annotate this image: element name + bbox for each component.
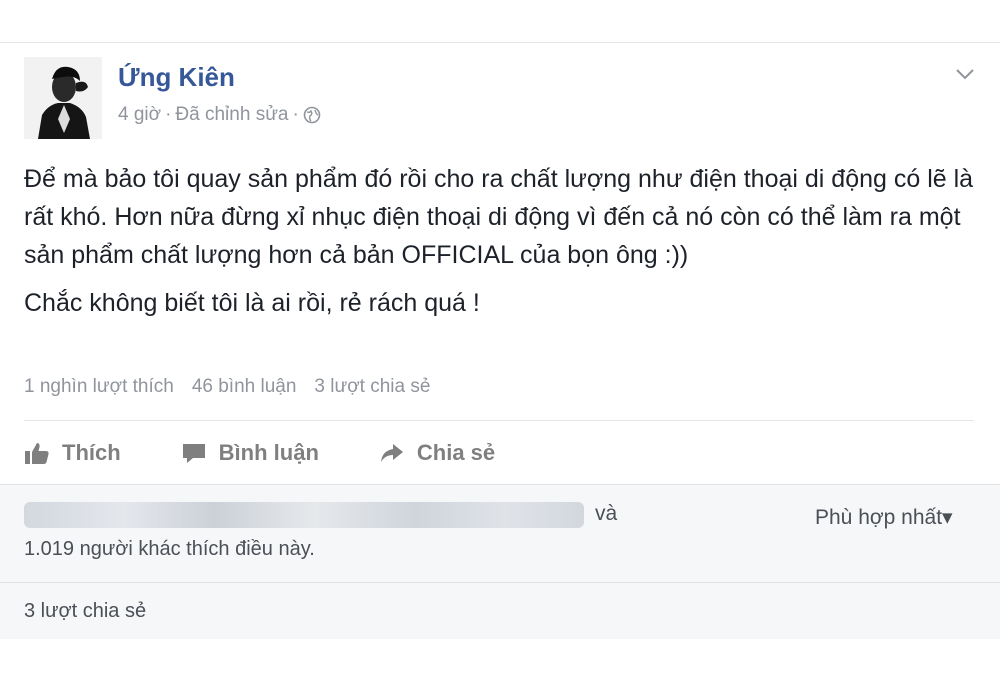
like-label: Thích — [62, 440, 121, 465]
divider — [24, 420, 974, 421]
share-arrow-icon — [380, 444, 403, 462]
thumbs-up-icon — [25, 443, 49, 464]
caret-down-icon: ▾ — [942, 506, 953, 529]
sort-dropdown[interactable]: Phù hợp nhất▾ — [815, 505, 953, 530]
comment-button[interactable]: Bình luận — [181, 440, 319, 466]
meta-separator: · — [292, 104, 299, 125]
likes-count[interactable]: 1 nghìn lượt thích — [24, 376, 174, 398]
comments-count[interactable]: 46 bình luận — [192, 376, 297, 398]
avatar-photo — [24, 57, 102, 139]
post-author[interactable]: Ứng Kiên — [118, 62, 235, 93]
edited-label[interactable]: Đã chỉnh sửa — [175, 104, 288, 126]
avatar[interactable] — [24, 57, 102, 139]
share-button[interactable]: Chia sẻ — [379, 440, 495, 466]
action-bar: Thích Bình luận Chia sẻ — [24, 432, 495, 474]
like-button[interactable]: Thích — [24, 440, 121, 466]
globe-icon[interactable] — [303, 106, 321, 124]
sort-label: Phù hợp nhất — [815, 506, 943, 529]
share-label: Chia sẻ — [416, 440, 496, 465]
chevron-down-icon[interactable] — [954, 66, 976, 82]
post-time[interactable]: 4 giờ — [118, 104, 161, 126]
blurred-liker-names — [24, 502, 584, 528]
meta-separator: · — [165, 104, 172, 125]
post-meta: 4 giờ · Đã chỉnh sửa · — [118, 104, 321, 126]
post-stats: 1 nghìn lượt thích 46 bình luận 3 lượt c… — [24, 376, 430, 398]
shares-count[interactable]: 3 lượt chia sẻ — [314, 376, 430, 398]
divider — [0, 582, 1000, 583]
comment-icon — [182, 444, 205, 463]
comment-label: Bình luận — [218, 440, 319, 465]
and-text: và — [595, 502, 618, 525]
shares-link[interactable]: 3 lượt chia sẻ — [24, 600, 146, 623]
others-liked-text[interactable]: 1.019 người khác thích điều này. — [24, 538, 315, 561]
post-body: Để mà bảo tôi quay sản phẩm đó rồi cho r… — [24, 160, 974, 322]
post-paragraph: Chắc không biết tôi là ai rồi, rẻ rách q… — [24, 289, 480, 317]
post-paragraph: Để mà bảo tôi quay sản phẩm đó rồi cho r… — [24, 165, 974, 269]
